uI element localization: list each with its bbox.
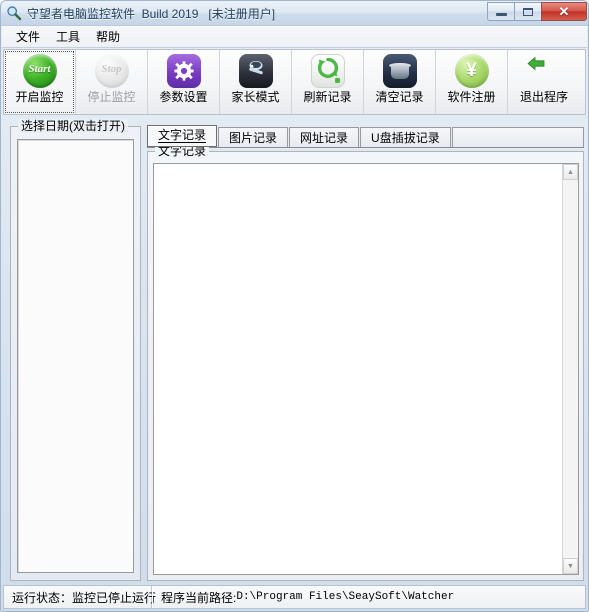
date-selection-group: 选择日期(双击打开) [10, 119, 141, 581]
status-path-value: D:\Program Files\SeaySoft\Watcher [236, 591, 455, 603]
menubar: 文件 工具 帮助 [2, 26, 587, 48]
tab-image-records[interactable]: 图片记录 [218, 127, 289, 147]
maximize-icon [523, 7, 533, 16]
menu-item-file[interactable]: 文件 [8, 26, 48, 47]
stop-monitor-icon: Stop [94, 54, 129, 88]
minimize-icon [495, 13, 507, 16]
register-button[interactable]: ¥ 软件注册 [436, 50, 508, 114]
refresh-records-icon [310, 54, 345, 88]
stop-monitor-button[interactable]: Stop 停止监控 [76, 50, 148, 114]
date-selection-title: 选择日期(双击打开) [18, 119, 128, 133]
stop-icon-text: Stop [101, 63, 122, 75]
gear-glyph [173, 61, 194, 81]
close-icon: ✕ [558, 4, 570, 19]
exit-program-label: 退出程序 [519, 90, 568, 104]
start-monitor-icon: Start [22, 54, 57, 88]
menu-item-help[interactable]: 帮助 [88, 26, 128, 47]
records-textarea-wrap: ▲ ▼ [153, 163, 579, 575]
status-path-label: 程序当前路径: [161, 590, 237, 605]
menu-item-tools[interactable]: 工具 [48, 26, 88, 47]
tab-text-records[interactable]: 文字记录 [147, 125, 218, 147]
magnifier-icon [6, 5, 22, 21]
register-label: 软件注册 [447, 90, 496, 104]
titlebar: 守望者电脑监控软件 Build 2019 [未注册用户] ✕ [1, 1, 588, 26]
close-button[interactable]: ✕ [541, 2, 587, 21]
exit-door-icon [527, 54, 561, 88]
scroll-up-arrow-icon[interactable]: ▲ [563, 164, 578, 180]
refresh-records-label: 刷新记录 [303, 90, 352, 104]
refresh-records-button[interactable]: 刷新记录 [292, 50, 364, 114]
clear-records-label: 清空记录 [375, 90, 424, 104]
record-tabs: 文字记录 图片记录 网址记录 U盘插拔记录 [147, 125, 584, 148]
records-vertical-scrollbar[interactable]: ▲ ▼ [562, 164, 578, 574]
register-yen-icon: ¥ [454, 54, 489, 88]
window-title: 守望者电脑监控软件 Build 2019 [未注册用户] [27, 6, 276, 21]
settings-label: 参数设置 [159, 90, 208, 104]
scroll-track[interactable] [563, 180, 578, 558]
gear-settings-icon [166, 54, 201, 88]
minimize-button[interactable] [487, 2, 515, 21]
yen-glyph: ¥ [466, 60, 477, 82]
start-icon-text: Start [28, 63, 51, 75]
start-monitor-button[interactable]: Start 开启监控 [4, 50, 76, 114]
toolbar: Start 开启监控 Stop 停止监控 参数设置 家长模式 刷新记录 清空记录… [3, 49, 586, 115]
exit-arrow-glyph [527, 54, 561, 78]
clear-records-button[interactable]: 清空记录 [364, 50, 436, 114]
parent-mode-label: 家长模式 [231, 90, 280, 104]
tab-text-records-label: 文字记录 [158, 128, 207, 143]
records-group: 文字记录 ▲ ▼ [147, 144, 584, 581]
tab-usb-records[interactable]: U盘插拔记录 [360, 127, 451, 147]
tab-url-records[interactable]: 网址记录 [289, 127, 360, 147]
scroll-down-arrow-icon[interactable]: ▼ [563, 558, 578, 574]
tab-image-records-label: 图片记录 [229, 131, 278, 145]
statusbar: 运行状态：监控已停止运行 程序当前路径: D:\Program Files\Sea… [3, 585, 586, 609]
window-controls: ✕ [487, 2, 587, 22]
records-textarea[interactable] [154, 164, 562, 574]
clear-records-trash-icon [382, 54, 417, 88]
status-path-pane: 程序当前路径: D:\Program Files\SeaySoft\Watcher [152, 586, 585, 608]
start-monitor-label: 开启监控 [15, 90, 64, 104]
refresh-dot [334, 78, 340, 83]
exit-program-button[interactable]: 退出程序 [508, 50, 580, 114]
parent-mode-button[interactable]: 家长模式 [220, 50, 292, 114]
parent-glyph [245, 58, 267, 84]
date-listbox[interactable] [17, 139, 134, 573]
status-run-state: 运行状态：监控已停止运行 [4, 586, 156, 608]
tab-url-records-label: 网址记录 [300, 131, 349, 145]
parent-mode-icon [238, 54, 273, 88]
maximize-button[interactable] [514, 2, 542, 21]
tab-usb-records-label: U盘插拔记录 [371, 131, 440, 145]
settings-button[interactable]: 参数设置 [148, 50, 220, 114]
stop-monitor-label: 停止监控 [87, 90, 136, 104]
tabstrip-filler [451, 127, 584, 147]
trash-lid [388, 63, 411, 68]
application-window: 守望者电脑监控软件 Build 2019 [未注册用户] ✕ 文件 工具 帮助 … [0, 0, 589, 612]
